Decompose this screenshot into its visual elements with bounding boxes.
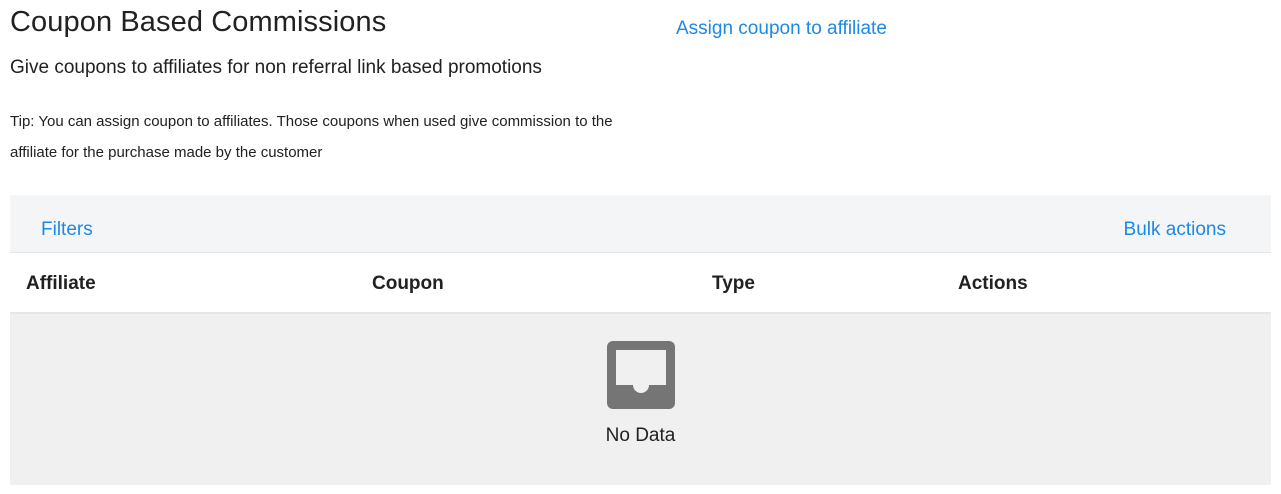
page-title: Coupon Based Commissions (10, 6, 387, 38)
column-header-actions: Actions (958, 273, 1028, 294)
column-header-type[interactable]: Type (712, 273, 755, 295)
coupons-table: Filters Bulk actions Affiliate Coupon Ty… (10, 195, 1271, 485)
page-subtitle: Give coupons to affiliates for non refer… (10, 57, 542, 78)
inbox-icon (607, 341, 675, 409)
table-header: Affiliate Coupon Type Actions (10, 253, 1271, 314)
column-header-affiliate[interactable]: Affiliate (26, 273, 96, 295)
table-toolbar: Filters Bulk actions (10, 195, 1271, 253)
tip-text: Tip: You can assign coupon to affiliates… (10, 113, 613, 161)
bulk-actions-button[interactable]: Bulk actions (1124, 219, 1226, 241)
filters-button[interactable]: Filters (41, 219, 93, 241)
empty-state-label: No Data (605, 425, 676, 446)
assign-coupon-link[interactable]: Assign coupon to affiliate (676, 18, 887, 40)
column-header-coupon[interactable]: Coupon (372, 273, 444, 295)
empty-state: No Data (10, 314, 1271, 485)
